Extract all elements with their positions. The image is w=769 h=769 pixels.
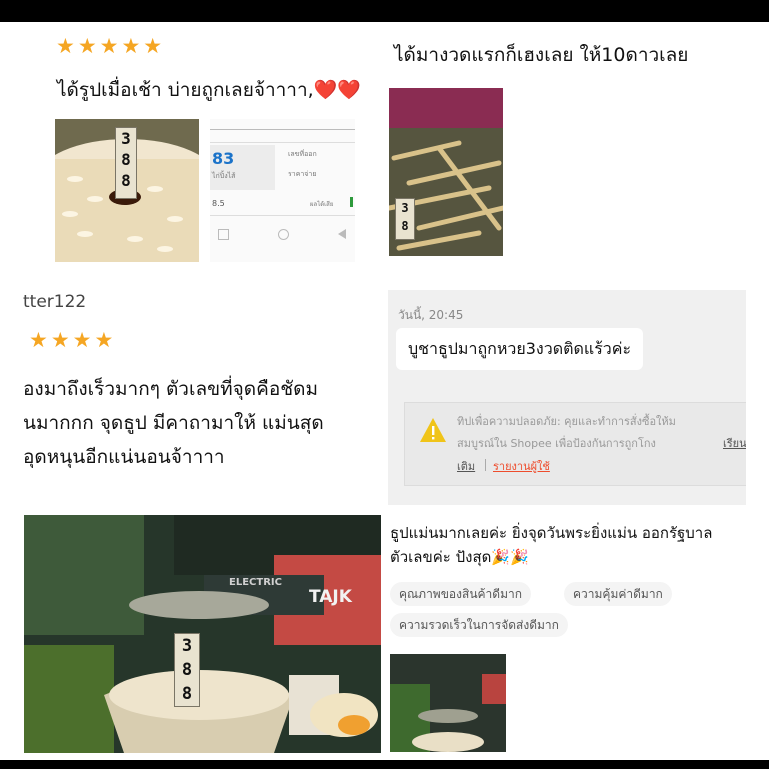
review-panel-1: ★★★★★ ได้รูปเมื่อเช้า บ่ายถูกเลยจ้าาาา,❤… bbox=[23, 26, 380, 272]
warning-icon bbox=[420, 418, 446, 442]
incense-number-tag: 3 8 8 bbox=[174, 633, 200, 707]
star-rating: ★★★★ bbox=[29, 328, 117, 352]
safety-tip-line: ทิปเพื่อความปลอดภัย: คุยและทำการสั่งซื้อ… bbox=[457, 415, 676, 428]
sign-text: ELECTRIC bbox=[229, 577, 282, 588]
review-panel-3: tter122 ★★★★ องมาถึงเร็วมากๆ ตัวเลขที่จุ… bbox=[23, 282, 380, 492]
rice-photo[interactable]: 3 8 8 bbox=[55, 119, 199, 262]
review-tag-chip[interactable]: ความคุ้มค่าดีมาก bbox=[564, 582, 672, 606]
review-panel-4: ธูปแม่นมากเลยค่ะ ยิ่งจุดวันพระยิ่งแม่น อ… bbox=[386, 515, 748, 755]
chat-bubble[interactable]: บูชาธูปมาถูกหวย3งวดติดแร้วค่ะ bbox=[396, 328, 644, 370]
chat-timestamp: วันนี้, 20:45 bbox=[398, 308, 464, 322]
nav-back-icon[interactable] bbox=[218, 229, 229, 240]
star-rating: ★★★★★ bbox=[56, 34, 166, 58]
incense-number-tag: 3 8 8 bbox=[115, 127, 137, 199]
phone-screenshot[interactable]: 83 ไก่ปิ้งไส้ เลขที่ออก ราคาจ่าย 8.5 ผลไ… bbox=[210, 119, 355, 262]
incense-bowl-photo[interactable]: ELECTRIC TAJK 3 8 8 bbox=[24, 515, 381, 753]
sign-text: TAJK bbox=[309, 587, 352, 607]
incense-bundle-photo[interactable]: 3 8 bbox=[389, 88, 503, 256]
chat-panel: วันนี้, 20:45 บูชาธูปมาถูกหวย3งวดติดแร้ว… bbox=[388, 290, 746, 505]
bottom-black-bar bbox=[0, 760, 769, 769]
reviewer-username[interactable]: tter122 bbox=[23, 292, 86, 312]
review-tag-chip[interactable]: ความรวดเร็วในการจัดส่งดีมาก bbox=[390, 613, 568, 637]
thumbnail-illustration bbox=[390, 654, 506, 752]
phone-value: 8.5 bbox=[212, 199, 225, 208]
safety-tip-box: ทิปเพื่อความปลอดภัย: คุยและทำการสั่งซื้อ… bbox=[404, 402, 746, 486]
review-panel-2: ได้มางวดแรกก็เฮงเลย ให้10ดาวเลย 3 8 bbox=[386, 26, 748, 266]
review-text: ได้รูปเมื่อเช้า บ่ายถูกเลยจ้าาาา,❤️❤️ bbox=[57, 79, 361, 101]
review-text-line: อุดหนุนอีกแน่นอนจ้าาาา bbox=[23, 446, 225, 468]
chat-message: บูชาธูปมาถูกหวย3งวดติดแร้วค่ะ bbox=[408, 338, 632, 358]
review-text-line: ธูปแม่นมากเลยค่ะ ยิ่งจุดวันพระยิ่งแม่น อ… bbox=[390, 524, 713, 542]
safety-tip-line: สมบูรณ์ใน Shopee เพื่อป้องกันการถูกโกง bbox=[457, 437, 656, 450]
nav-home-icon[interactable] bbox=[278, 229, 289, 240]
phone-small-label: ผลได้เสีย bbox=[310, 201, 334, 208]
review-text-line: ตัวเลขค่ะ ปังสุด🎉🎉 bbox=[390, 548, 529, 566]
incense-number-tag: 3 8 bbox=[395, 198, 415, 240]
top-black-bar bbox=[0, 0, 769, 22]
phone-number: 83 bbox=[212, 149, 235, 168]
report-user-link[interactable]: รายงานผู้ใช้ bbox=[493, 457, 550, 475]
photo-illustration bbox=[24, 515, 381, 753]
divider bbox=[485, 459, 486, 471]
phone-small-label: ไก่ปิ้งไส้ bbox=[212, 172, 236, 180]
phone-small-label: ราคาจ่าย bbox=[288, 170, 317, 178]
nav-recent-icon[interactable] bbox=[338, 229, 346, 239]
review-text-line: องมาถึงเร็วมากๆ ตัวเลขที่จุดคือชัดม bbox=[23, 378, 318, 400]
review-tag-chip[interactable]: คุณภาพของสินค้าดีมาก bbox=[390, 582, 531, 606]
phone-small-label: เลขที่ออก bbox=[288, 150, 317, 158]
review-text-line: ่นมากกก จุดธูป มีคาถามาให้ แม่นสุด bbox=[23, 412, 324, 434]
learn-more-link[interactable]: เรียน bbox=[723, 434, 746, 452]
review-text: ได้มางวดแรกก็เฮงเลย ให้10ดาวเลย bbox=[394, 44, 689, 66]
learn-more-link-continued[interactable]: เติม bbox=[457, 457, 475, 475]
review-thumbnail[interactable] bbox=[390, 654, 506, 752]
